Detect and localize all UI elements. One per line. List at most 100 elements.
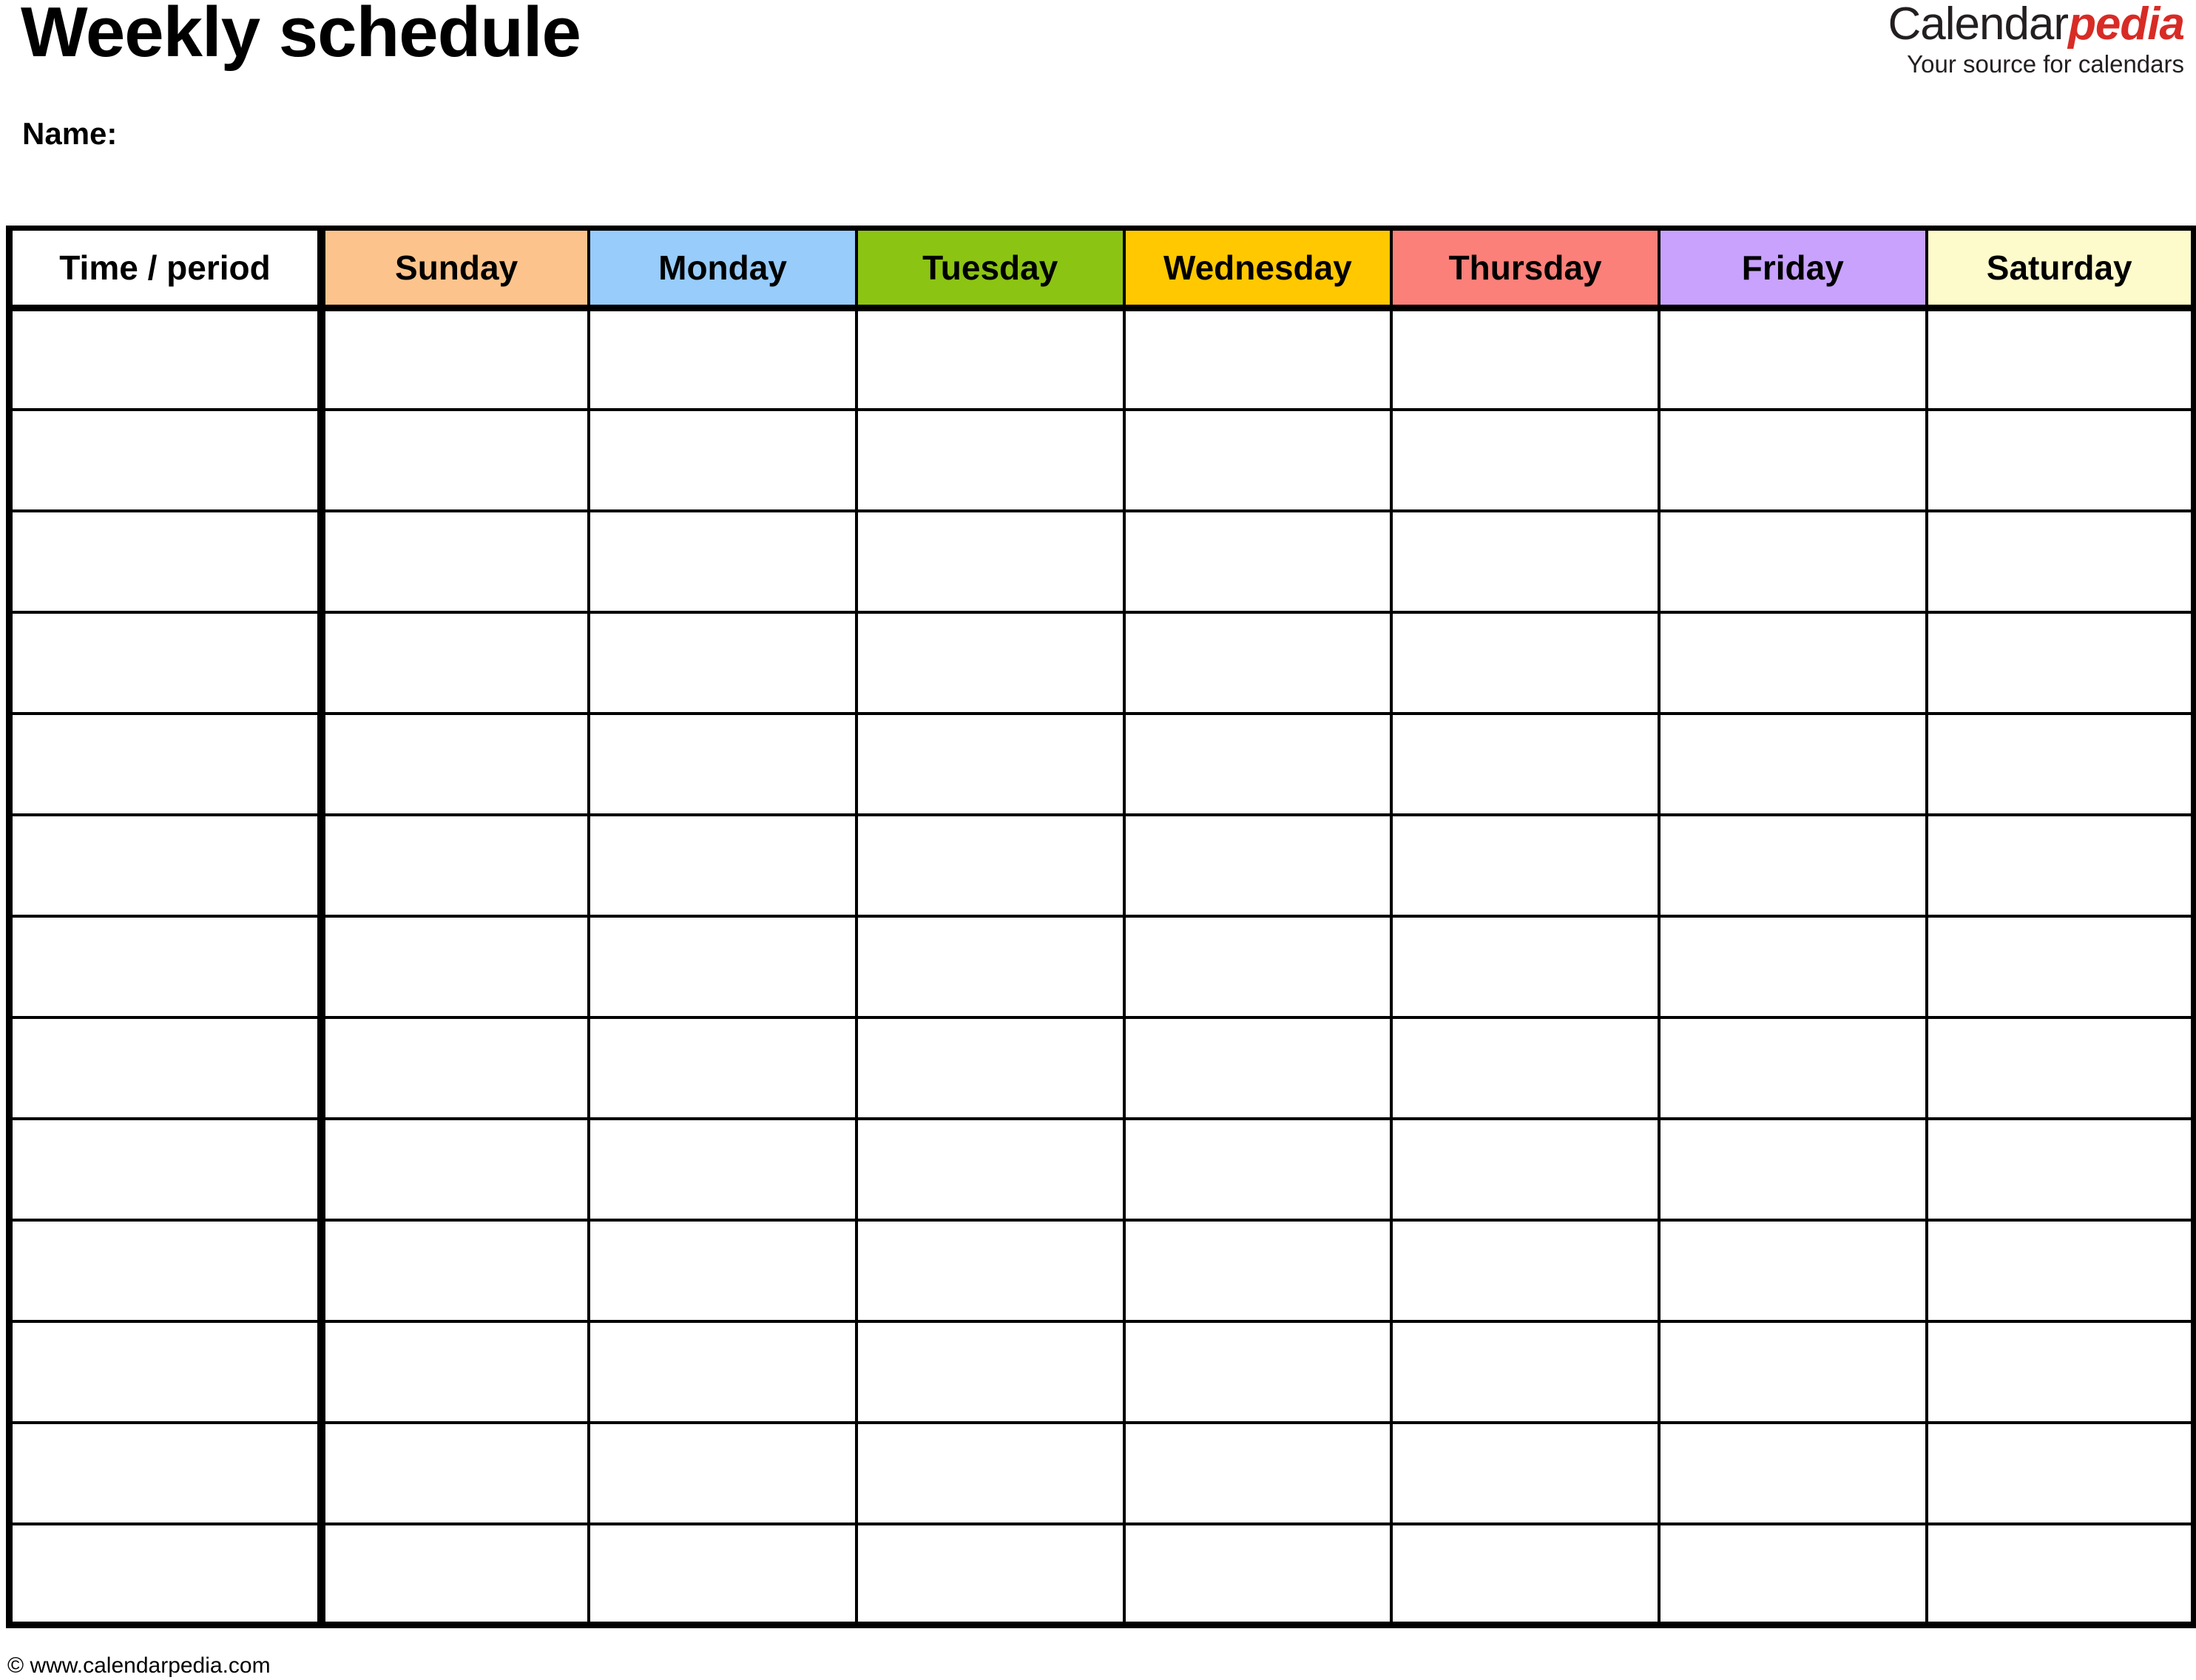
cell-wednesday[interactable] bbox=[1122, 1017, 1393, 1120]
cell-wednesday[interactable] bbox=[1122, 1219, 1393, 1323]
cell-wednesday[interactable] bbox=[1122, 1118, 1393, 1222]
cell-thursday[interactable] bbox=[1390, 1422, 1660, 1525]
cell-sunday[interactable] bbox=[320, 1321, 591, 1424]
cell-thursday[interactable] bbox=[1390, 1017, 1660, 1120]
cell-wednesday[interactable] bbox=[1122, 1523, 1393, 1628]
cell-wednesday[interactable] bbox=[1122, 713, 1393, 816]
cell-saturday[interactable] bbox=[1925, 1017, 2196, 1120]
cell-sunday[interactable] bbox=[320, 612, 591, 715]
cell-sunday[interactable] bbox=[320, 308, 591, 411]
cell-time-period[interactable] bbox=[6, 308, 325, 411]
cell-time-period[interactable] bbox=[6, 1017, 325, 1120]
cell-monday[interactable] bbox=[587, 814, 858, 918]
cell-saturday[interactable] bbox=[1925, 1118, 2196, 1222]
cell-tuesday[interactable] bbox=[854, 612, 1126, 715]
cell-time-period[interactable] bbox=[6, 612, 325, 715]
cell-wednesday[interactable] bbox=[1122, 510, 1393, 614]
cell-sunday[interactable] bbox=[320, 915, 591, 1019]
cell-saturday[interactable] bbox=[1925, 409, 2196, 512]
cell-time-period[interactable] bbox=[6, 915, 325, 1019]
cell-thursday[interactable] bbox=[1390, 510, 1660, 614]
cell-friday[interactable] bbox=[1657, 814, 1928, 918]
cell-sunday[interactable] bbox=[320, 510, 591, 614]
cell-sunday[interactable] bbox=[320, 1422, 591, 1525]
cell-tuesday[interactable] bbox=[854, 409, 1126, 512]
cell-wednesday[interactable] bbox=[1122, 308, 1393, 411]
cell-tuesday[interactable] bbox=[854, 713, 1126, 816]
cell-monday[interactable] bbox=[587, 1017, 858, 1120]
cell-wednesday[interactable] bbox=[1122, 1321, 1393, 1424]
cell-thursday[interactable] bbox=[1390, 814, 1660, 918]
cell-friday[interactable] bbox=[1657, 1321, 1928, 1424]
cell-friday[interactable] bbox=[1657, 308, 1928, 411]
cell-friday[interactable] bbox=[1657, 1523, 1928, 1628]
cell-tuesday[interactable] bbox=[854, 1321, 1126, 1424]
cell-friday[interactable] bbox=[1657, 612, 1928, 715]
cell-monday[interactable] bbox=[587, 612, 858, 715]
cell-monday[interactable] bbox=[587, 1219, 858, 1323]
cell-tuesday[interactable] bbox=[854, 915, 1126, 1019]
cell-tuesday[interactable] bbox=[854, 1118, 1126, 1222]
cell-friday[interactable] bbox=[1657, 713, 1928, 816]
cell-tuesday[interactable] bbox=[854, 510, 1126, 614]
cell-tuesday[interactable] bbox=[854, 308, 1126, 411]
cell-time-period[interactable] bbox=[6, 1219, 325, 1323]
cell-time-period[interactable] bbox=[6, 1523, 325, 1628]
cell-time-period[interactable] bbox=[6, 814, 325, 918]
cell-saturday[interactable] bbox=[1925, 612, 2196, 715]
cell-time-period[interactable] bbox=[6, 713, 325, 816]
cell-time-period[interactable] bbox=[6, 409, 325, 512]
cell-tuesday[interactable] bbox=[854, 1017, 1126, 1120]
cell-time-period[interactable] bbox=[6, 510, 325, 614]
cell-thursday[interactable] bbox=[1390, 1321, 1660, 1424]
cell-thursday[interactable] bbox=[1390, 612, 1660, 715]
cell-friday[interactable] bbox=[1657, 1422, 1928, 1525]
cell-thursday[interactable] bbox=[1390, 308, 1660, 411]
cell-thursday[interactable] bbox=[1390, 409, 1660, 512]
cell-sunday[interactable] bbox=[320, 1219, 591, 1323]
cell-thursday[interactable] bbox=[1390, 1219, 1660, 1323]
cell-sunday[interactable] bbox=[320, 1118, 591, 1222]
cell-wednesday[interactable] bbox=[1122, 409, 1393, 512]
cell-friday[interactable] bbox=[1657, 1118, 1928, 1222]
cell-saturday[interactable] bbox=[1925, 1219, 2196, 1323]
cell-friday[interactable] bbox=[1657, 1219, 1928, 1323]
cell-saturday[interactable] bbox=[1925, 308, 2196, 411]
cell-wednesday[interactable] bbox=[1122, 814, 1393, 918]
cell-monday[interactable] bbox=[587, 409, 858, 512]
cell-monday[interactable] bbox=[587, 915, 858, 1019]
cell-sunday[interactable] bbox=[320, 1523, 591, 1628]
cell-tuesday[interactable] bbox=[854, 1219, 1126, 1323]
cell-time-period[interactable] bbox=[6, 1321, 325, 1424]
cell-friday[interactable] bbox=[1657, 510, 1928, 614]
cell-monday[interactable] bbox=[587, 1422, 858, 1525]
cell-time-period[interactable] bbox=[6, 1422, 325, 1525]
cell-saturday[interactable] bbox=[1925, 1422, 2196, 1525]
cell-friday[interactable] bbox=[1657, 915, 1928, 1019]
cell-sunday[interactable] bbox=[320, 814, 591, 918]
cell-friday[interactable] bbox=[1657, 409, 1928, 512]
cell-monday[interactable] bbox=[587, 1321, 858, 1424]
cell-time-period[interactable] bbox=[6, 1118, 325, 1222]
cell-thursday[interactable] bbox=[1390, 915, 1660, 1019]
cell-tuesday[interactable] bbox=[854, 814, 1126, 918]
cell-sunday[interactable] bbox=[320, 713, 591, 816]
cell-saturday[interactable] bbox=[1925, 713, 2196, 816]
cell-monday[interactable] bbox=[587, 1118, 858, 1222]
cell-monday[interactable] bbox=[587, 510, 858, 614]
cell-monday[interactable] bbox=[587, 1523, 858, 1628]
cell-sunday[interactable] bbox=[320, 409, 591, 512]
cell-saturday[interactable] bbox=[1925, 1523, 2196, 1628]
cell-thursday[interactable] bbox=[1390, 1118, 1660, 1222]
cell-saturday[interactable] bbox=[1925, 1321, 2196, 1424]
cell-thursday[interactable] bbox=[1390, 713, 1660, 816]
cell-tuesday[interactable] bbox=[854, 1422, 1126, 1525]
cell-friday[interactable] bbox=[1657, 1017, 1928, 1120]
cell-saturday[interactable] bbox=[1925, 510, 2196, 614]
cell-wednesday[interactable] bbox=[1122, 1422, 1393, 1525]
cell-monday[interactable] bbox=[587, 308, 858, 411]
cell-tuesday[interactable] bbox=[854, 1523, 1126, 1628]
cell-saturday[interactable] bbox=[1925, 814, 2196, 918]
cell-thursday[interactable] bbox=[1390, 1523, 1660, 1628]
cell-wednesday[interactable] bbox=[1122, 612, 1393, 715]
